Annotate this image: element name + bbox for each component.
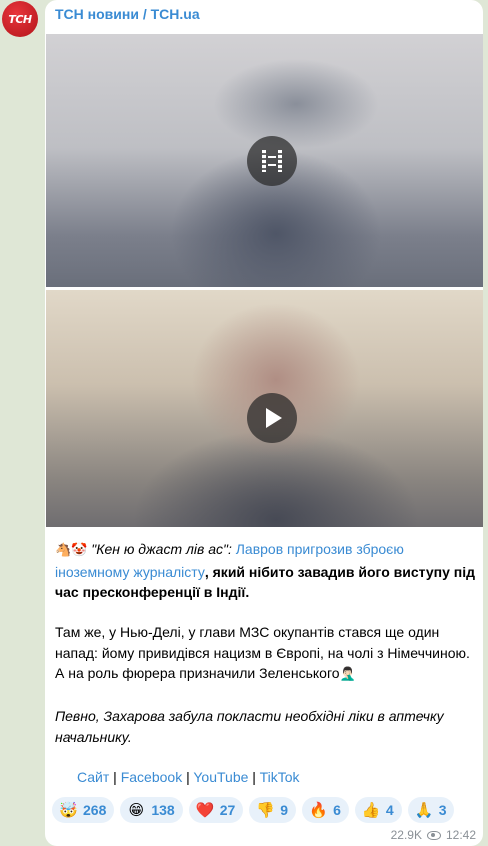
exploding-head-icon: 🤯 — [59, 801, 78, 819]
quote-text: "Кен ю джаст лів ас": — [91, 541, 236, 557]
reaction-exploding-head[interactable]: 🤯 268 — [52, 797, 115, 823]
tiktok-link[interactable]: TikTok — [260, 769, 300, 785]
reaction-thumbs-down[interactable]: 👎 9 — [249, 797, 297, 823]
reaction-count: 9 — [280, 802, 289, 818]
pray-icon: 🙏 — [414, 801, 434, 819]
reaction-thumbs-up[interactable]: 👍 4 — [354, 797, 402, 823]
fire-icon: 🔥 — [309, 801, 328, 819]
post-paragraph-2: Там же, у Нью-Делі, у глави МЗС окупанті… — [55, 622, 475, 686]
thumbs-up-icon: 👍 — [361, 801, 381, 819]
video-thumbnail-1[interactable] — [46, 34, 483, 287]
facepalm-emoji: 🤦🏻‍♂️ — [339, 667, 356, 682]
social-links: Сайт | Facebook | YouTube | TikTok — [77, 769, 300, 785]
reaction-count: 3 — [438, 802, 447, 818]
reactions-bar: 🤯 268 😁 138 ❤️ 27 👎 9 🔥 6 👍 4 🙏 3 — [52, 797, 455, 823]
link-separator: | — [248, 769, 260, 785]
reaction-count: 4 — [385, 802, 394, 818]
heart-icon: ❤️ — [195, 801, 215, 819]
reaction-fire[interactable]: 🔥 6 — [302, 797, 349, 823]
facebook-link[interactable]: Facebook — [121, 769, 182, 785]
reaction-count: 27 — [219, 802, 236, 818]
reaction-count: 6 — [333, 802, 341, 818]
paragraph-2-text: Там же, у Нью-Делі, у глави МЗС окупанті… — [55, 624, 470, 681]
post-paragraph-1: 🐴🤡 "Кен ю джаст лів ас": Лавров пригрози… — [55, 539, 475, 603]
video-thumbnail-2[interactable] — [46, 290, 483, 527]
film-icon — [262, 150, 282, 172]
video-play-button[interactable] — [247, 136, 297, 186]
reaction-grin[interactable]: 😁 138 — [120, 797, 183, 823]
reaction-count: 138 — [151, 802, 175, 818]
video-play-button[interactable] — [247, 393, 297, 443]
message-time: 12:42 — [445, 828, 476, 842]
channel-avatar[interactable]: ТСН — [2, 1, 38, 37]
site-link[interactable]: Сайт — [77, 769, 109, 785]
link-separator: | — [109, 769, 121, 785]
reaction-heart[interactable]: ❤️ 27 — [188, 797, 244, 823]
reaction-pray[interactable]: 🙏 3 — [407, 797, 455, 823]
grin-icon: 😁 — [128, 801, 145, 819]
youtube-link[interactable]: YouTube — [193, 769, 248, 785]
emoji-prefix: 🐴🤡 — [55, 543, 88, 558]
view-count: 22.9K — [390, 828, 422, 842]
link-separator: | — [182, 769, 194, 785]
play-icon — [266, 408, 282, 428]
eye-icon — [426, 830, 441, 840]
channel-name[interactable]: ТСН новини / TCH.ua — [55, 6, 200, 22]
post-paragraph-3: Певно, Захарова забула покласти необхідн… — [55, 708, 444, 745]
thumbs-down-icon: 👎 — [256, 801, 275, 819]
reaction-count: 268 — [83, 802, 107, 818]
message-meta: 22.9K 12:42 — [391, 828, 476, 842]
